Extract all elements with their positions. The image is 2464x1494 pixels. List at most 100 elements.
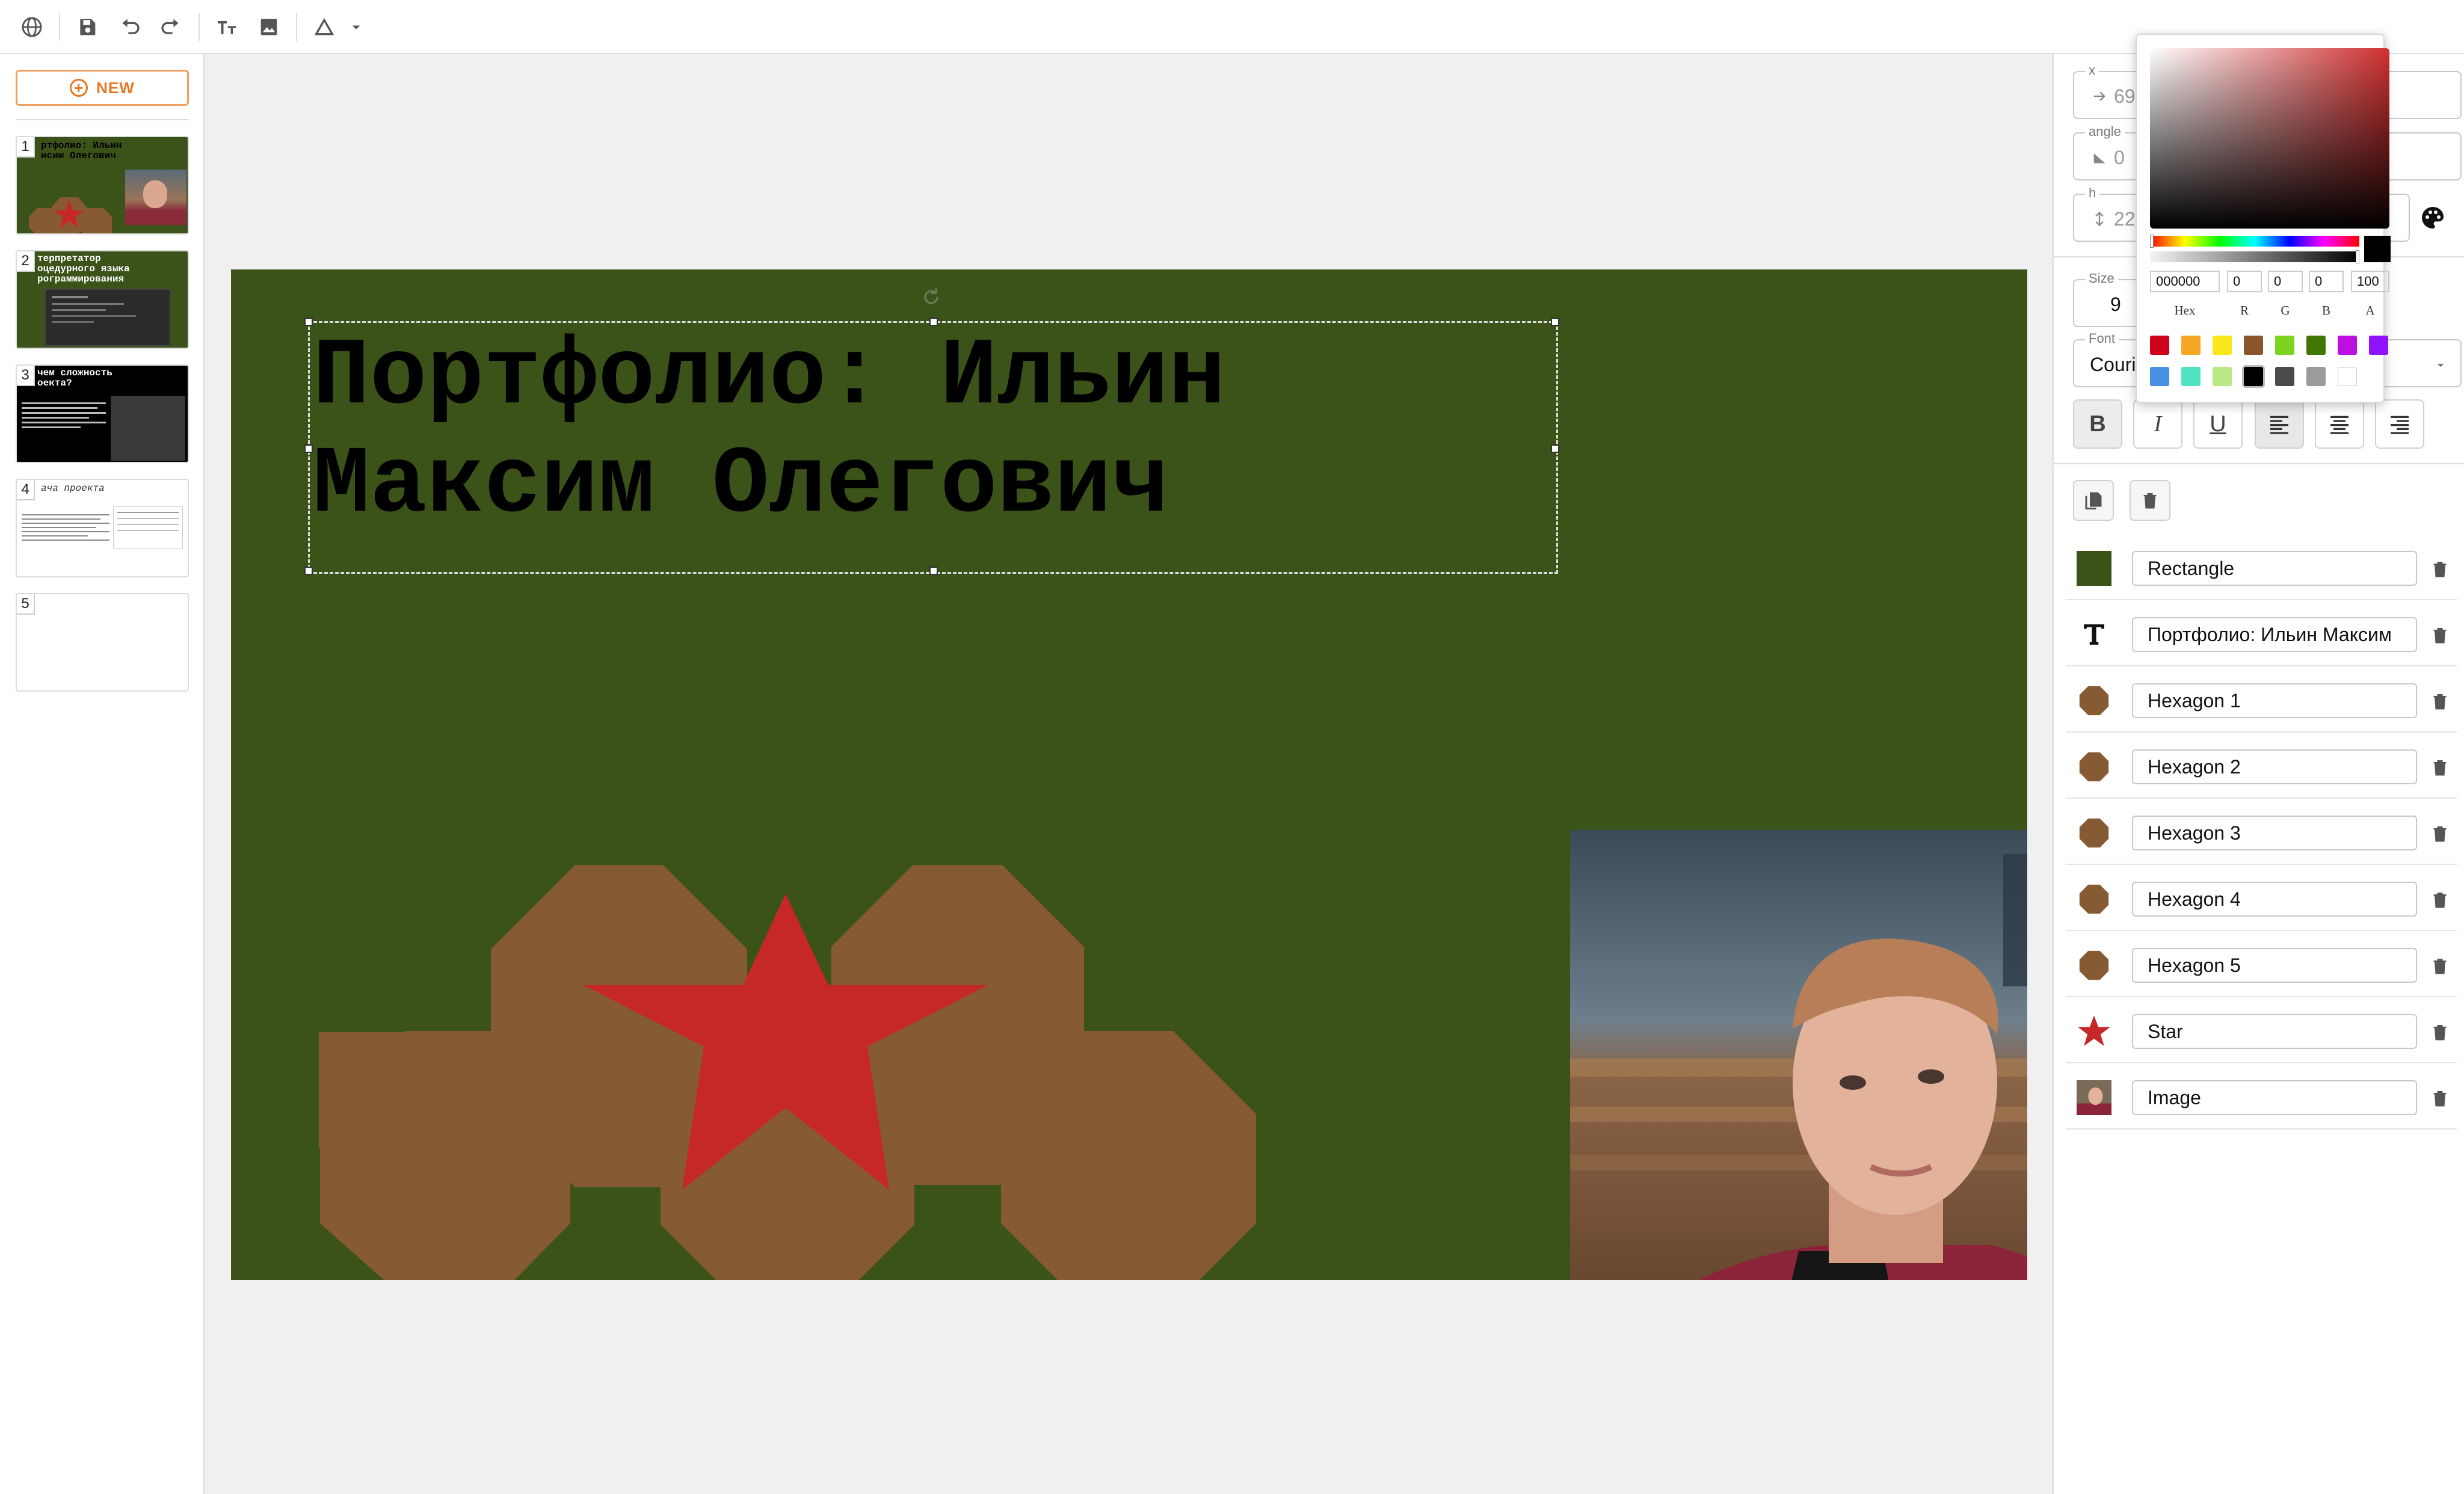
delete-button[interactable] <box>2130 480 2170 521</box>
color-swatch[interactable] <box>2213 336 2232 355</box>
layer-name-input[interactable]: Hexagon 3 <box>2132 816 2417 850</box>
layer-item[interactable]: Image <box>2066 1065 2457 1130</box>
slide-number: 2 <box>17 251 35 272</box>
layer-name-input[interactable]: Hexagon 4 <box>2132 882 2417 917</box>
align-right-button[interactable] <box>2375 399 2424 449</box>
layer-item[interactable]: Hexagon 5 <box>2066 932 2457 997</box>
italic-button[interactable]: I <box>2133 399 2182 449</box>
color-swatch[interactable] <box>2150 367 2169 386</box>
layer-item[interactable]: Hexagon 4 <box>2066 866 2457 931</box>
a-input[interactable]: 100 <box>2351 271 2389 292</box>
align-left-button[interactable] <box>2255 399 2304 449</box>
slide-thumbnail-4[interactable]: ача проекта <box>16 479 189 577</box>
color-swatch[interactable] <box>2275 336 2294 355</box>
layer-item[interactable]: Hexagon 3 <box>2066 800 2457 865</box>
color-swatch[interactable] <box>2338 367 2357 386</box>
color-swatch[interactable] <box>2306 367 2326 386</box>
save-icon[interactable] <box>73 13 101 41</box>
h-label: h <box>2085 185 2100 201</box>
resize-handle[interactable] <box>929 318 938 326</box>
layer-item[interactable]: Hexagon 2 <box>2066 734 2457 799</box>
trash-icon[interactable] <box>2429 1020 2451 1044</box>
hexagon-icon <box>2079 686 2109 716</box>
alpha-handle[interactable] <box>2356 250 2359 263</box>
dropdown-arrow-icon <box>2437 363 2444 367</box>
hex-input[interactable]: 000000 <box>2150 271 2220 292</box>
layer-item[interactable]: Hexagon 1 <box>2066 668 2457 733</box>
trash-icon[interactable] <box>2429 954 2451 978</box>
trash-icon[interactable] <box>2429 755 2451 779</box>
trash-icon[interactable] <box>2429 557 2451 581</box>
slide-thumbnail-2[interactable]: терпретатор оцедурного языка рограммиров… <box>16 250 189 349</box>
color-swatch[interactable] <box>2244 367 2263 386</box>
trash-icon[interactable] <box>2429 888 2451 912</box>
thumbnail-table <box>113 506 183 549</box>
slide-number: 3 <box>17 366 35 386</box>
g-input[interactable]: 0 <box>2268 271 2303 292</box>
align-center-button[interactable] <box>2315 399 2364 449</box>
image-icon[interactable] <box>255 13 283 41</box>
color-swatch[interactable] <box>2244 336 2263 355</box>
rotate-icon[interactable] <box>919 285 943 309</box>
r-input[interactable]: 0 <box>2227 271 2262 292</box>
trash-icon[interactable] <box>2429 1086 2451 1110</box>
palette-icon[interactable] <box>2418 203 2447 232</box>
layer-name-input[interactable]: Hexagon 2 <box>2132 749 2417 784</box>
trash-icon[interactable] <box>2429 689 2451 713</box>
shape-icon[interactable] <box>310 13 338 41</box>
new-slide-button[interactable]: + NEW <box>16 70 189 106</box>
hue-slider[interactable] <box>2150 235 2359 248</box>
resize-handle[interactable] <box>1551 444 1559 453</box>
resize-handle[interactable] <box>304 318 313 326</box>
resize-handle[interactable] <box>1551 318 1559 326</box>
layer-item[interactable]: Портфолио: Ильин Максим <box>2066 601 2457 666</box>
bold-button[interactable]: B <box>2073 399 2122 449</box>
color-swatch[interactable] <box>2369 336 2388 355</box>
slide-thumbnail-3[interactable]: чем сложность оекта? <box>16 364 189 463</box>
resize-handle[interactable] <box>929 567 938 575</box>
chevron-down-icon[interactable] <box>344 13 368 41</box>
hue-handle[interactable] <box>2150 235 2154 248</box>
thumbnail-text-block <box>22 511 109 571</box>
thumbnail-photo <box>125 170 186 225</box>
color-swatch[interactable] <box>2150 336 2169 355</box>
b-input[interactable]: 0 <box>2309 271 2344 292</box>
color-swatch[interactable] <box>2338 336 2357 355</box>
saturation-value-area[interactable] <box>2146 45 2389 229</box>
portrait-photo[interactable] <box>1570 830 2027 1280</box>
layer-name-input[interactable]: Hexagon 5 <box>2132 948 2417 983</box>
layer-name-input[interactable]: Hexagon 1 <box>2132 683 2417 718</box>
slide-thumbnail-5[interactable] <box>16 593 189 692</box>
redo-icon[interactable] <box>158 13 185 41</box>
trash-icon[interactable] <box>2429 822 2451 846</box>
duplicate-button[interactable] <box>2073 480 2114 521</box>
layer-name-input[interactable]: Image <box>2132 1080 2417 1115</box>
text-selection-frame[interactable] <box>304 318 1559 575</box>
resize-handle[interactable] <box>304 567 313 575</box>
layer-name-input[interactable]: Star <box>2132 1014 2417 1049</box>
layer-name-input[interactable]: Rectangle <box>2132 551 2417 586</box>
thumbnail-shapes <box>29 197 112 233</box>
slide-thumbnail-1[interactable]: ртфолио: Ильин исим Олегович <box>16 136 189 235</box>
layer-name-input[interactable]: Портфолио: Ильин Максим <box>2132 617 2417 652</box>
trash-icon[interactable] <box>2429 623 2451 647</box>
color-swatch[interactable] <box>2306 336 2326 355</box>
layer-item[interactable]: Star <box>2066 998 2457 1063</box>
alpha-slider[interactable] <box>2150 250 2359 263</box>
text-icon[interactable] <box>213 13 241 41</box>
hexagon-icon <box>2079 818 2109 848</box>
font-label: Font <box>2085 331 2119 346</box>
color-swatch[interactable] <box>2275 367 2294 386</box>
resize-handle[interactable] <box>304 444 313 453</box>
sv-cursor[interactable] <box>2146 45 2154 52</box>
text-layer-icon <box>2084 624 2104 645</box>
undo-icon[interactable] <box>116 13 143 41</box>
image-thumb-icon <box>2077 1080 2111 1115</box>
color-swatch[interactable] <box>2181 336 2201 355</box>
color-swatch[interactable] <box>2213 367 2232 386</box>
underline-button[interactable]: U <box>2193 399 2243 449</box>
globe-icon[interactable] <box>18 13 46 41</box>
x-label: x <box>2085 63 2099 78</box>
color-swatch[interactable] <box>2181 367 2201 386</box>
layer-item[interactable]: Rectangle <box>2066 535 2457 600</box>
